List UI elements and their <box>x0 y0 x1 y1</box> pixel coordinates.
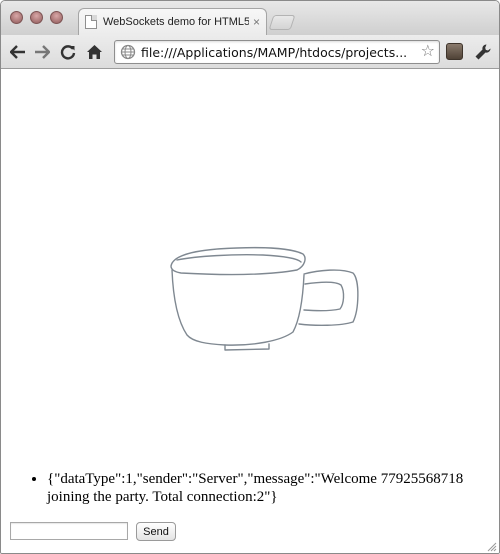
cup-sketch <box>170 246 359 351</box>
new-tab-button[interactable] <box>268 15 296 30</box>
home-icon[interactable] <box>84 42 104 62</box>
tab-close-icon[interactable]: × <box>253 15 260 29</box>
page-content: {"dataType":1,"sender":"Server","message… <box>1 70 499 553</box>
send-button[interactable]: Send <box>136 522 176 541</box>
reload-icon[interactable] <box>58 42 78 62</box>
wrench-icon[interactable] <box>474 43 492 61</box>
message-list: {"dataType":1,"sender":"Server","message… <box>27 470 487 506</box>
page-favicon-icon <box>85 15 97 29</box>
list-item: {"dataType":1,"sender":"Server","message… <box>47 470 487 506</box>
address-bar[interactable]: file:///Applications/MAMP/htdocs/project… <box>114 40 440 64</box>
drawing-canvas[interactable] <box>1 70 499 460</box>
globe-icon <box>120 44 136 60</box>
extension-icon[interactable] <box>446 43 463 60</box>
forward-arrow-icon[interactable] <box>32 42 52 62</box>
url-text: file:///Applications/MAMP/htdocs/project… <box>141 44 408 60</box>
toolbar: file:///Applications/MAMP/htdocs/project… <box>1 35 499 69</box>
zoom-window-button[interactable] <box>50 11 63 24</box>
tab-strip: WebSockets demo for HTML5 × <box>1 1 499 35</box>
resize-grip-icon[interactable] <box>486 541 497 552</box>
message-input[interactable] <box>10 522 128 540</box>
back-arrow-icon[interactable] <box>8 42 28 62</box>
tab-title: WebSockets demo for HTML5 <box>103 16 249 28</box>
browser-window: WebSockets demo for HTML5 × file:///Appl… <box>0 0 500 554</box>
close-window-button[interactable] <box>10 11 23 24</box>
tab-websockets-demo[interactable]: WebSockets demo for HTML5 × <box>78 8 267 35</box>
minimize-window-button[interactable] <box>30 11 43 24</box>
star-icon[interactable]: ☆ <box>421 44 435 60</box>
